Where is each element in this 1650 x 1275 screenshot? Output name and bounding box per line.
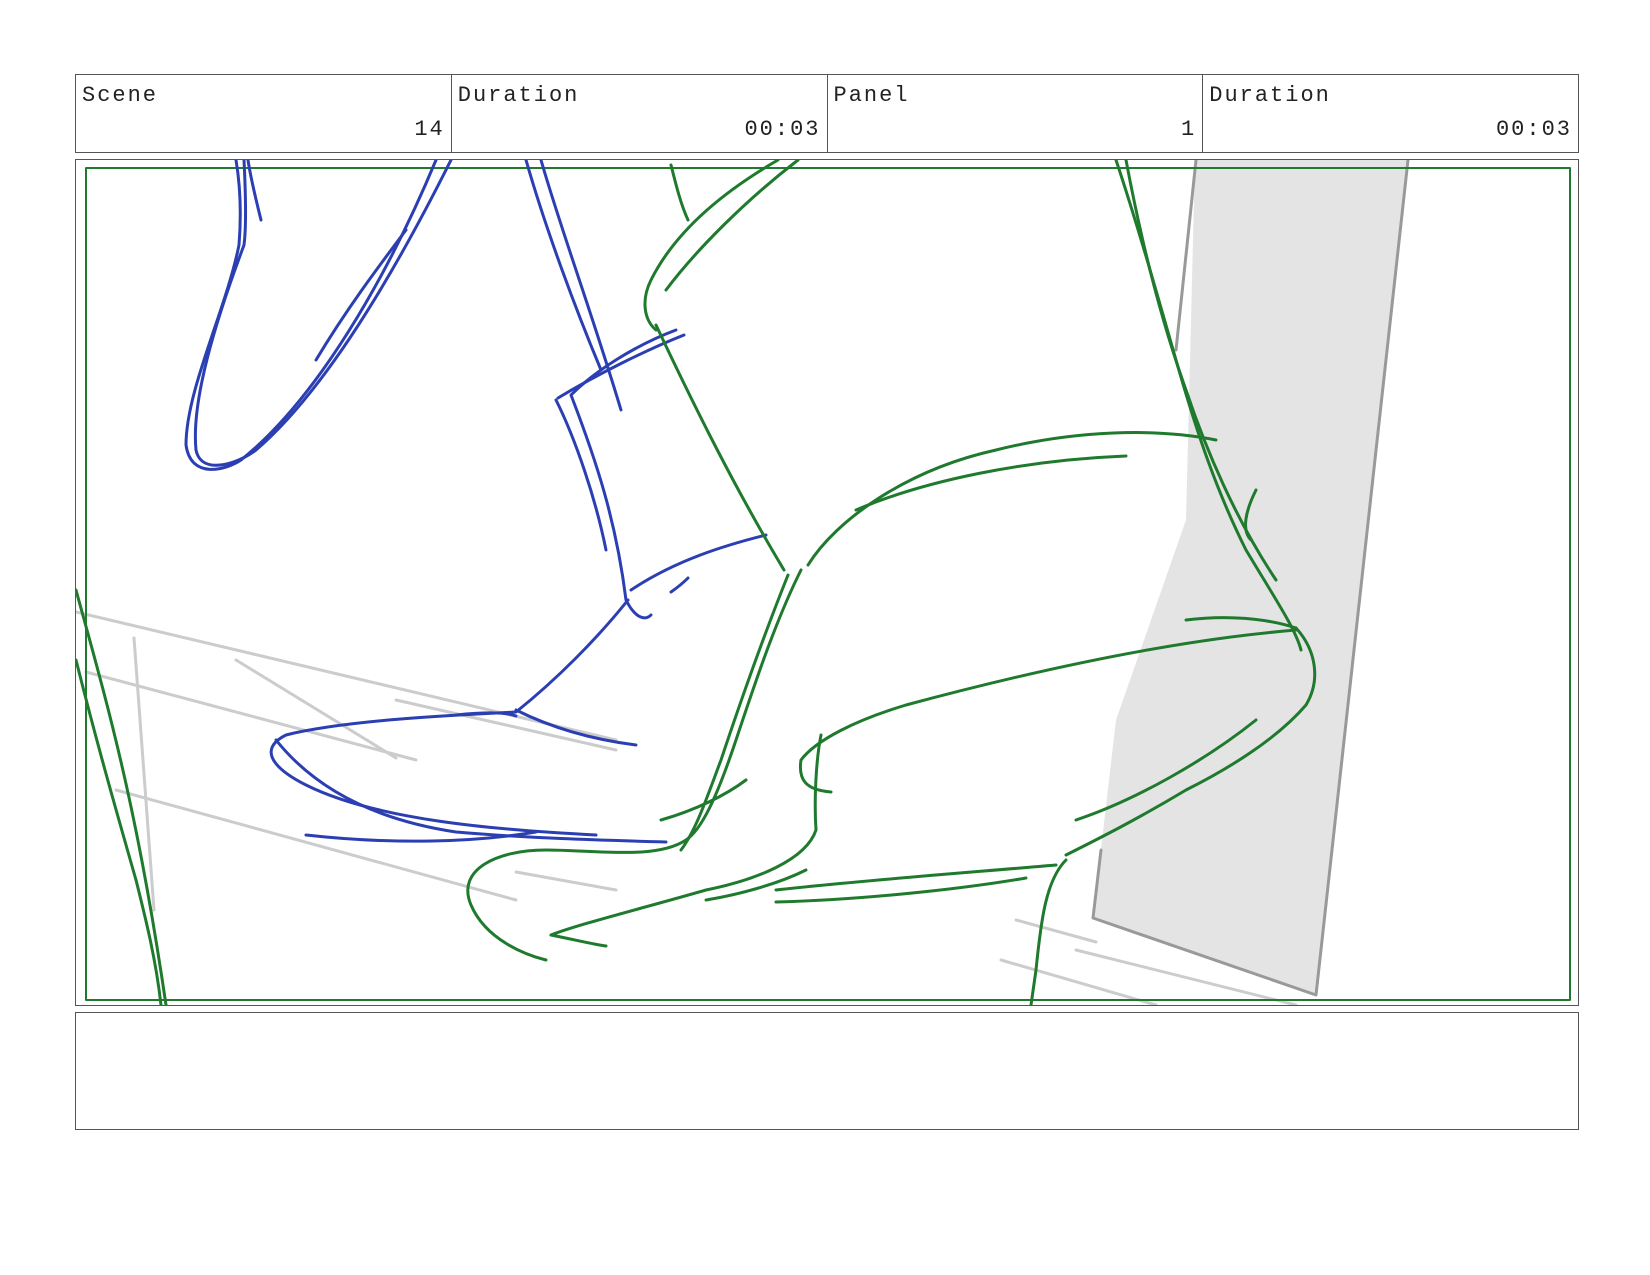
panel-duration-label: Duration xyxy=(1209,83,1331,108)
panel-number[interactable]: 1 xyxy=(1181,117,1196,142)
panel-duration-cell: Duration 00:03 xyxy=(1203,75,1578,152)
scene-duration-cell: Duration 00:03 xyxy=(452,75,828,152)
blue-sketch-strokes xyxy=(184,160,768,844)
storyboard-panel-frame[interactable] xyxy=(75,159,1579,1006)
scene-duration-value[interactable]: 00:03 xyxy=(744,117,820,142)
panel-duration-value[interactable]: 00:03 xyxy=(1496,117,1572,142)
panel-cell: Panel 1 xyxy=(828,75,1204,152)
scene-label: Scene xyxy=(82,83,159,108)
panel-label: Panel xyxy=(833,83,910,108)
panel-notes-area[interactable] xyxy=(75,1012,1579,1130)
scene-number[interactable]: 14 xyxy=(414,117,444,142)
scene-cell: Scene 14 xyxy=(76,75,452,152)
wall-shape xyxy=(1091,160,1410,997)
scene-duration-label: Duration xyxy=(457,83,580,108)
sketch-drawing xyxy=(76,160,1571,1005)
panel-header: Scene 14 Duration 00:03 Panel 1 Duration… xyxy=(75,74,1579,153)
